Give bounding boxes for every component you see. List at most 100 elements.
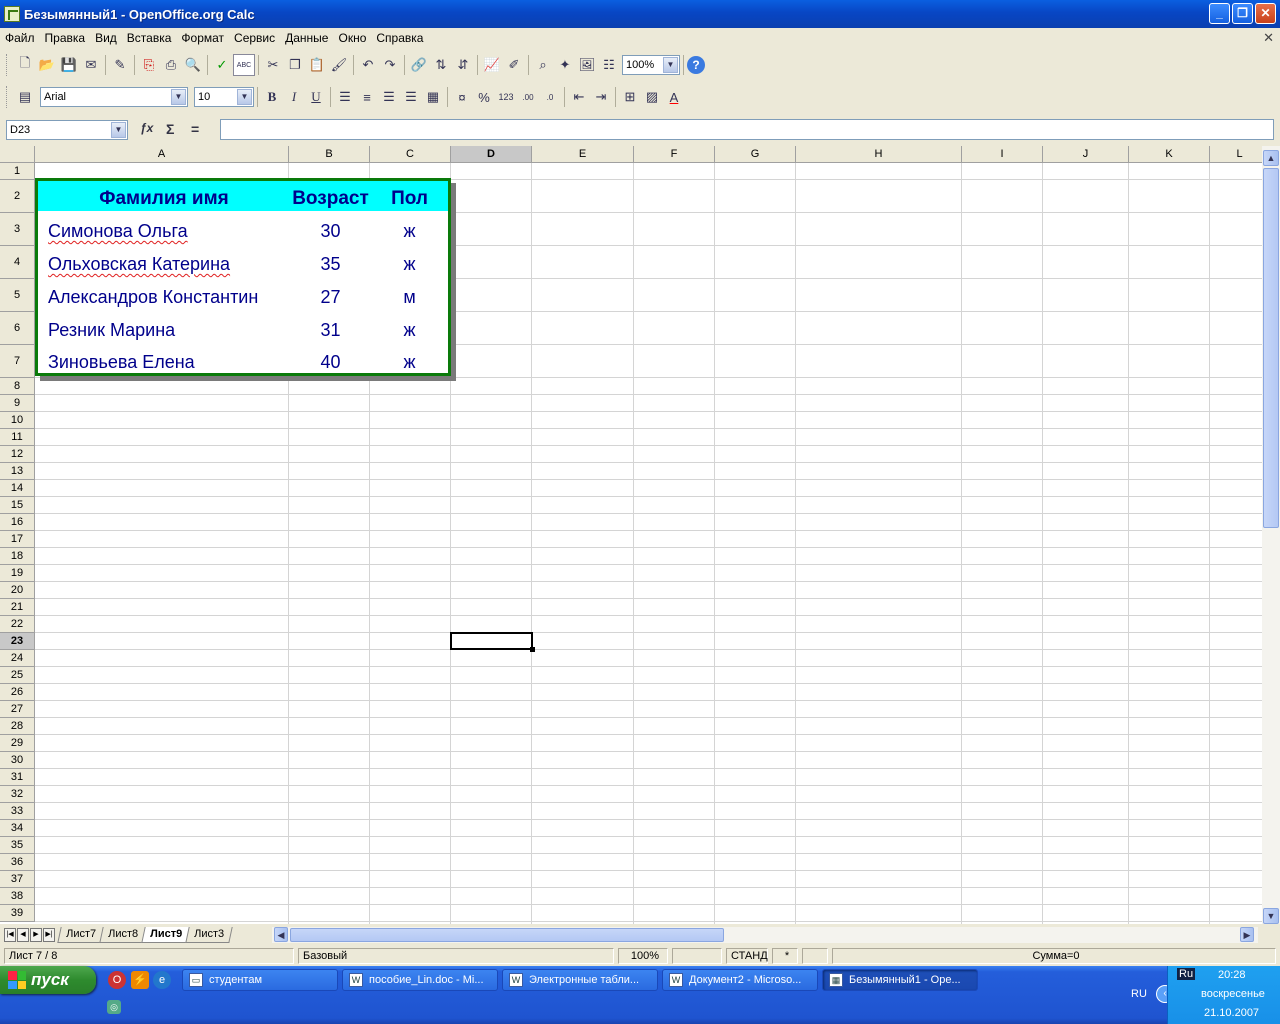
cell-age[interactable]: 35 [290, 244, 371, 277]
opera-icon[interactable]: O [108, 971, 126, 989]
header-sex[interactable]: Пол [371, 181, 448, 211]
column-header-e[interactable]: E [532, 146, 634, 163]
standard-format-icon[interactable]: 123 [495, 86, 517, 108]
column-header-k[interactable]: K [1129, 146, 1210, 163]
show-draw-functions-icon[interactable]: ✐ [503, 54, 525, 76]
sheet-tab-active[interactable]: Лист9 [141, 927, 191, 943]
row-header-9[interactable]: 9 [0, 395, 35, 412]
active-cell-cursor[interactable] [450, 632, 535, 652]
navigator-icon[interactable]: ✦ [554, 54, 576, 76]
last-sheet-icon[interactable]: ▶| [43, 928, 55, 942]
close-button[interactable]: ✕ [1255, 3, 1276, 24]
row-header-19[interactable]: 19 [0, 565, 35, 582]
merge-cells-icon[interactable]: ▦ [422, 86, 444, 108]
sort-descending-icon[interactable]: ⇵ [452, 54, 474, 76]
next-sheet-icon[interactable]: ▶ [30, 928, 42, 942]
row-header-4[interactable]: 4 [0, 246, 35, 279]
sum-icon[interactable]: Σ [166, 121, 174, 137]
edit-file-icon[interactable]: ✎ [109, 54, 131, 76]
paste-icon[interactable]: 📋 [306, 54, 328, 76]
row-header-30[interactable]: 30 [0, 752, 35, 769]
align-left-icon[interactable]: ☰ [334, 86, 356, 108]
cell-area[interactable]: Фамилия имя Возраст Пол Симонова Ольга 3… [35, 163, 1262, 924]
column-header-c[interactable]: C [370, 146, 451, 163]
align-center-icon[interactable]: ≡ [356, 86, 378, 108]
row-header-3[interactable]: 3 [0, 213, 35, 246]
vertical-scrollbar[interactable]: ▲ ▼ [1262, 146, 1280, 924]
row-header-10[interactable]: 10 [0, 412, 35, 429]
cell-age[interactable]: 27 [290, 277, 371, 310]
italic-button[interactable]: I [283, 86, 305, 108]
justify-icon[interactable]: ☰ [400, 86, 422, 108]
font-name-select[interactable]: Arial ▼ [40, 87, 188, 107]
column-header-j[interactable]: J [1043, 146, 1129, 163]
status-mode[interactable]: СТАНД [726, 948, 768, 964]
toolbar-grip[interactable] [6, 54, 10, 76]
row-header-23[interactable]: 23 [0, 633, 35, 650]
column-header-h[interactable]: H [796, 146, 962, 163]
underline-button[interactable]: U [305, 86, 327, 108]
row-header-34[interactable]: 34 [0, 820, 35, 837]
find-replace-icon[interactable]: ⌕ [532, 54, 554, 76]
percent-format-icon[interactable]: % [473, 86, 495, 108]
row-header-36[interactable]: 36 [0, 854, 35, 871]
row-header-25[interactable]: 25 [0, 667, 35, 684]
row-header-39[interactable]: 39 [0, 905, 35, 922]
new-document-icon[interactable]: 🗋 [14, 54, 36, 76]
close-document-icon[interactable]: ✕ [1263, 30, 1274, 46]
status-page-style[interactable]: Базовый [298, 948, 614, 964]
row-header-13[interactable]: 13 [0, 463, 35, 480]
menu-tools[interactable]: Сервис [229, 31, 280, 45]
bold-button[interactable]: B [261, 86, 283, 108]
menu-file[interactable]: Файл [0, 31, 40, 45]
quicklaunch-icon[interactable]: ◎ [107, 1000, 121, 1014]
chevron-down-icon[interactable]: ▼ [237, 89, 252, 105]
task-word-doc[interactable]: W Документ2 - Microso... [662, 969, 818, 991]
toolbar-grip[interactable] [6, 86, 10, 108]
menu-format[interactable]: Формат [176, 31, 229, 45]
row-header-24[interactable]: 24 [0, 650, 35, 667]
export-pdf-icon[interactable]: ⎘ [138, 54, 160, 76]
first-sheet-icon[interactable]: |◀ [4, 928, 16, 942]
menu-insert[interactable]: Вставка [122, 31, 177, 45]
zoom-select[interactable]: 100% ▼ [622, 55, 680, 75]
row-header-1[interactable]: 1 [0, 163, 35, 180]
row-header-2[interactable]: 2 [0, 180, 35, 213]
cell-sex[interactable]: ж [371, 343, 448, 375]
row-header-7[interactable]: 7 [0, 345, 35, 378]
row-header-32[interactable]: 32 [0, 786, 35, 803]
winamp-icon[interactable]: ⚡ [131, 971, 149, 989]
open-icon[interactable]: 📂 [36, 54, 58, 76]
scroll-up-icon[interactable]: ▲ [1263, 150, 1279, 166]
horizontal-scrollbar[interactable]: ◀ ▶ [272, 927, 1258, 943]
language-indicator[interactable]: RU [1131, 988, 1147, 1000]
font-color-icon[interactable]: A [663, 86, 685, 108]
status-signature[interactable] [802, 948, 828, 964]
function-wizard-icon[interactable]: ƒx [140, 121, 153, 135]
background-color-icon[interactable]: ▨ [641, 86, 663, 108]
task-word-doc[interactable]: Wпособие_Lin.doc - Mi... [342, 969, 498, 991]
row-header-28[interactable]: 28 [0, 718, 35, 735]
align-right-icon[interactable]: ☰ [378, 86, 400, 108]
select-all-corner[interactable] [0, 146, 35, 163]
row-header-17[interactable]: 17 [0, 531, 35, 548]
cut-icon[interactable]: ✂ [262, 54, 284, 76]
prev-sheet-icon[interactable]: ◀ [17, 928, 29, 942]
row-header-15[interactable]: 15 [0, 497, 35, 514]
function-icon[interactable]: = [191, 121, 199, 137]
sheet-tab[interactable]: Лист3 [185, 927, 233, 943]
row-header-14[interactable]: 14 [0, 480, 35, 497]
row-header-29[interactable]: 29 [0, 735, 35, 752]
row-header-16[interactable]: 16 [0, 514, 35, 531]
page-preview-icon[interactable]: 🔍 [182, 54, 204, 76]
font-size-select[interactable]: 10 ▼ [194, 87, 254, 107]
row-header-37[interactable]: 37 [0, 871, 35, 888]
cell-sex[interactable]: ж [371, 211, 448, 244]
column-header-l[interactable]: L [1210, 146, 1262, 163]
row-header-26[interactable]: 26 [0, 684, 35, 701]
internet-explorer-icon[interactable]: e [153, 971, 171, 989]
row-header-35[interactable]: 35 [0, 837, 35, 854]
column-header-d[interactable]: D [451, 146, 532, 163]
spellcheck-icon[interactable]: ✓ [211, 54, 233, 76]
cell-age[interactable]: 30 [290, 211, 371, 244]
